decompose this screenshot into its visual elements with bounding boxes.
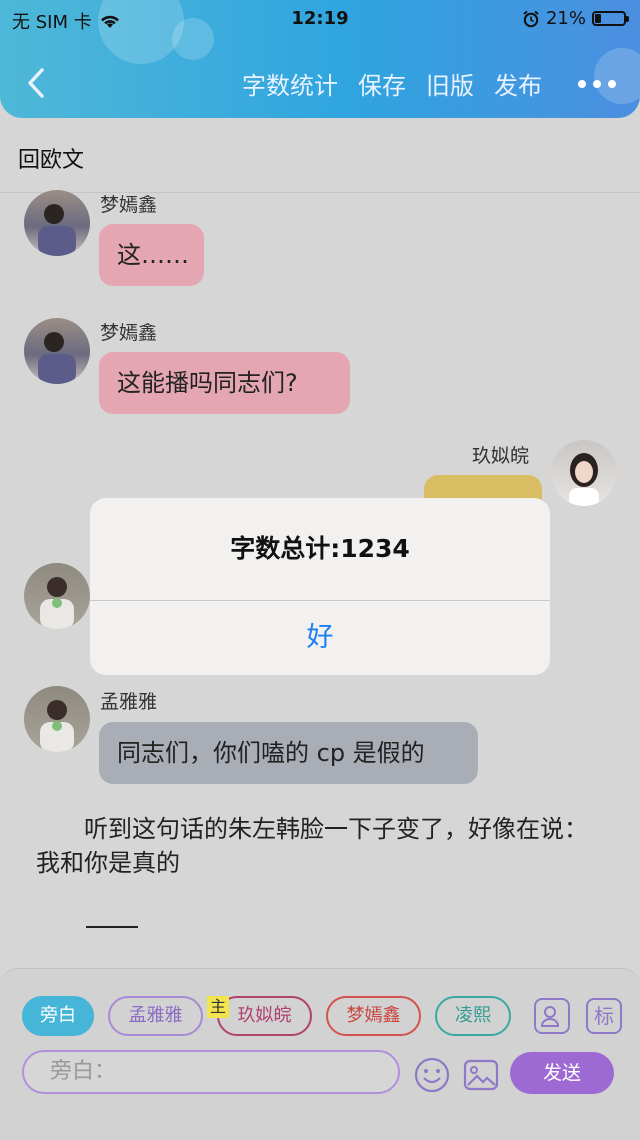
message-bubble[interactable]: 这能播吗同志们? bbox=[99, 352, 350, 414]
avatar[interactable] bbox=[24, 190, 90, 256]
header-actions: 字数统计 保存 旧版 发布 bbox=[242, 66, 542, 101]
avatar[interactable] bbox=[551, 440, 617, 506]
more-options-icon[interactable] bbox=[578, 80, 616, 88]
dialog-message: 字数总计:1234 bbox=[230, 534, 410, 563]
old-version-button[interactable]: 旧版 bbox=[426, 66, 474, 101]
avatar[interactable] bbox=[24, 318, 90, 384]
role-chip-narrator[interactable]: 旁白 bbox=[22, 996, 94, 1036]
tag-button[interactable]: 标 bbox=[586, 998, 622, 1034]
divider bbox=[0, 192, 640, 193]
publish-button[interactable]: 发布 bbox=[494, 66, 542, 101]
avatar-image bbox=[40, 700, 74, 752]
battery-percent: 21% bbox=[545, 8, 586, 29]
avatar-image bbox=[569, 453, 599, 506]
narration-text: 听到这句话的朱左韩脸一下子变了，好像在说：我和你是真的 bbox=[36, 815, 588, 877]
role-chip-meng-yanxin[interactable]: 梦嫣鑫 bbox=[326, 996, 421, 1036]
avatar[interactable] bbox=[24, 563, 90, 629]
save-button[interactable]: 保存 bbox=[358, 66, 406, 101]
alert-dialog: 字数总计:1234 好 bbox=[90, 498, 550, 675]
message-bubble[interactable]: 同志们，你们嗑的 cp 是假的 bbox=[99, 722, 478, 784]
host-tag: 主 bbox=[207, 996, 229, 1018]
image-icon[interactable] bbox=[462, 1056, 500, 1094]
sender-name: 玖姒皖 bbox=[472, 445, 530, 467]
alarm-icon bbox=[523, 10, 539, 27]
message-input[interactable]: 旁白： bbox=[22, 1050, 400, 1094]
emoji-icon[interactable] bbox=[413, 1056, 451, 1094]
role-chip-meng-yaya[interactable]: 孟雅雅 bbox=[108, 996, 203, 1036]
message-bubble[interactable]: 这…… bbox=[99, 224, 204, 286]
role-chip-ling-xi[interactable]: 凌熙 bbox=[435, 996, 511, 1036]
avatar-image bbox=[38, 332, 76, 384]
character-manage-icon[interactable] bbox=[534, 998, 570, 1034]
dialog-ok-button[interactable]: 好 bbox=[90, 601, 550, 675]
role-chip-jiu-siwan[interactable]: 玖姒皖 bbox=[217, 996, 312, 1036]
send-button[interactable]: 发送 bbox=[510, 1052, 614, 1094]
top-header: 无 SIM 卡 12:19 21% 字数统计 保存 旧版 发布 bbox=[0, 0, 640, 118]
person-icon bbox=[540, 1006, 560, 1027]
avatar[interactable] bbox=[24, 686, 90, 752]
status-bar: 无 SIM 卡 12:19 21% bbox=[0, 6, 640, 33]
sender-name: 梦嫣鑫 bbox=[100, 322, 158, 344]
document-title: 回欧文 bbox=[18, 148, 85, 173]
word-count-button[interactable]: 字数统计 bbox=[242, 66, 338, 101]
sender-name: 孟雅雅 bbox=[100, 691, 158, 713]
nav-bar: 字数统计 保存 旧版 发布 bbox=[0, 60, 640, 106]
section-dash bbox=[86, 926, 138, 928]
avatar-image bbox=[40, 577, 74, 629]
sender-name: 梦嫣鑫 bbox=[100, 194, 158, 216]
back-arrow-icon[interactable] bbox=[22, 66, 52, 100]
battery-icon bbox=[592, 11, 629, 26]
avatar-image bbox=[38, 204, 76, 256]
